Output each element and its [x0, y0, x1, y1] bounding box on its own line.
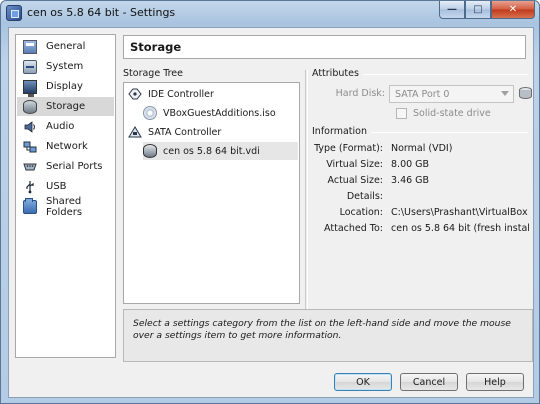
minimize-button[interactable]: — [439, 1, 465, 19]
category-label: Network [46, 141, 88, 152]
sata-controller-icon [128, 125, 142, 139]
tree-item-label: cen os 5.8 64 bit.vdi [163, 145, 260, 157]
tree-item-vdi-disk[interactable]: cen os 5.8 64 bit.vdi [143, 142, 298, 160]
info-value: Normal (VDI) [391, 143, 453, 154]
settings-window: cen os 5.8 64 bit - Settings — □ ✕ Gener… [0, 0, 540, 404]
settings-client-area: General System Display Storage Audio Net… [8, 27, 534, 398]
tree-item-ide-controller[interactable]: IDE Controller [128, 85, 298, 103]
tree-item-guest-additions-iso[interactable]: VBoxGuestAdditions.iso [143, 104, 298, 122]
category-network[interactable]: Network [17, 137, 114, 156]
storage-icon [23, 99, 37, 114]
hard-disk-icon [143, 144, 157, 158]
tree-item-label: SATA Controller [148, 126, 222, 138]
attributes-label: Attributes [312, 68, 359, 79]
solid-state-label: Solid-state drive [413, 108, 491, 119]
ide-controller-icon [128, 87, 142, 101]
virtualbox-app-icon [6, 5, 22, 21]
hard-disk-select[interactable]: SATA Port 0 [389, 85, 514, 103]
caption-buttons: — □ ✕ [439, 1, 535, 20]
info-key: Location: [339, 207, 383, 218]
maximize-button[interactable]: □ [465, 1, 491, 19]
tree-item-sata-controller[interactable]: SATA Controller [128, 123, 298, 141]
info-key: Actual Size: [327, 175, 383, 186]
cancel-button[interactable]: Cancel [400, 373, 458, 391]
tree-item-label: VBoxGuestAdditions.iso [163, 107, 276, 119]
usb-icon [23, 180, 37, 194]
category-label: System [46, 61, 84, 72]
category-usb[interactable]: USB [17, 177, 114, 196]
category-label: USB [46, 181, 67, 192]
help-description: Select a settings category from the list… [133, 318, 511, 341]
choose-disk-icon[interactable] [518, 86, 533, 101]
storage-tree[interactable]: IDE Controller VBoxGuestAdditions.iso SA… [123, 82, 300, 304]
window-title: cen os 5.8 64 bit - Settings [27, 6, 176, 19]
category-storage[interactable]: Storage [17, 97, 114, 116]
network-icon [23, 140, 37, 154]
title-bar[interactable]: cen os 5.8 64 bit - Settings — □ ✕ [1, 1, 539, 25]
info-value: 8.00 GB [391, 159, 430, 170]
category-label: Display [46, 81, 83, 92]
display-icon [23, 79, 37, 97]
info-key: Attached To: [324, 223, 383, 234]
page-title: Storage [130, 40, 182, 54]
hard-disk-label: Hard Disk: [335, 88, 385, 99]
category-label: Serial Ports [46, 161, 103, 172]
category-audio[interactable]: Audio [17, 117, 114, 136]
information-label: Information [312, 126, 367, 137]
page-header: Storage [123, 35, 526, 59]
category-label: Audio [46, 121, 75, 132]
ok-button[interactable]: OK [334, 373, 392, 391]
category-label: Storage [46, 101, 86, 112]
info-value: C:\Users\Prashant\VirtualBox V... [391, 207, 529, 218]
category-system[interactable]: System [17, 57, 114, 76]
category-display[interactable]: Display [17, 77, 114, 97]
category-label: Shared Folders [46, 195, 83, 218]
serial-ports-icon [23, 160, 37, 174]
shared-folders-icon [23, 197, 37, 214]
panel-splitter[interactable] [305, 70, 308, 310]
system-icon [23, 59, 37, 74]
category-serial-ports[interactable]: Serial Ports [17, 157, 114, 176]
category-list[interactable]: General System Display Storage Audio Net… [15, 34, 116, 358]
general-icon [23, 39, 37, 54]
help-description-box: Select a settings category from the list… [123, 309, 533, 362]
info-value: 3.46 GB [391, 175, 430, 186]
chevron-down-icon [501, 91, 509, 96]
info-key: Virtual Size: [326, 159, 383, 170]
info-key: Type (Format): [314, 143, 383, 154]
category-label: General [46, 41, 86, 52]
tree-item-label: IDE Controller [148, 88, 214, 100]
category-general[interactable]: General [17, 37, 114, 56]
category-shared-folders[interactable]: Shared Folders [17, 195, 114, 218]
attributes-divider [363, 74, 528, 75]
info-key: Details: [346, 191, 383, 202]
audio-icon [23, 120, 37, 134]
solid-state-checkbox[interactable] [396, 108, 407, 119]
cd-icon [143, 106, 157, 120]
hard-disk-value: SATA Port 0 [395, 88, 450, 100]
storage-tree-label: Storage Tree [123, 68, 183, 79]
information-divider [371, 132, 528, 133]
help-button[interactable]: Help [466, 373, 524, 391]
close-button[interactable]: ✕ [491, 1, 535, 19]
info-value: cen os 5.8 64 bit (fresh install wi... [391, 223, 529, 234]
